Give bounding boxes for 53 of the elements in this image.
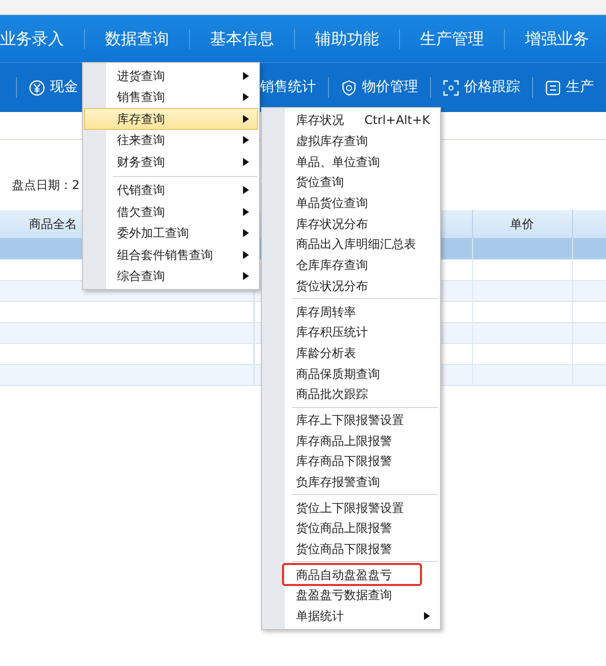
- menu-item[interactable]: 货位上下限报警设置: [263, 497, 439, 518]
- document-icon: [545, 80, 561, 96]
- menu-item[interactable]: 商品出入库明细汇总表: [263, 234, 439, 255]
- menu-item[interactable]: 库存状况分布: [263, 213, 439, 234]
- menu-item[interactable]: 库龄分析表: [263, 342, 439, 364]
- yuan-icon: [29, 80, 45, 96]
- toolbar-button[interactable]: 生产: [566, 77, 594, 98]
- menu-item[interactable]: 综合查询: [84, 266, 258, 287]
- toolbar-button[interactable]: 现金: [50, 77, 78, 98]
- column-header: 单价: [510, 217, 534, 231]
- date-label: 盘点日期：: [12, 177, 72, 194]
- menu-item[interactable]: 货位商品上限报警: [263, 518, 439, 539]
- menu-item[interactable]: 库存商品上限报警: [263, 430, 439, 451]
- menu-item[interactable]: 销售查询: [84, 86, 258, 108]
- menu-item[interactable]: 委外加工查询: [84, 222, 258, 244]
- menu-item[interactable]: 盘盈盘亏数据查询: [263, 585, 439, 606]
- menu-item[interactable]: 商品保质期查询: [263, 363, 439, 384]
- menu-item[interactable]: 货位状况分布: [263, 276, 439, 296]
- toolbar-button[interactable]: 物价管理: [362, 77, 418, 98]
- menu-item[interactable]: 货位查询: [263, 172, 439, 193]
- nav-item[interactable]: 增强业务: [505, 28, 606, 48]
- menu-item[interactable]: 进货查询: [84, 65, 258, 86]
- menu-item[interactable]: 库存上下限报警设置: [263, 410, 439, 430]
- menu-item[interactable]: 库存查询: [84, 108, 258, 130]
- menu-item[interactable]: 财务查询: [84, 151, 258, 172]
- nav-item[interactable]: 辅助功能: [295, 28, 400, 48]
- menu-item[interactable]: 仓库库存查询: [263, 254, 439, 276]
- nav-item[interactable]: 业务录入: [0, 28, 85, 48]
- menu-item[interactable]: 商品批次跟踪: [263, 384, 439, 405]
- column-header: 商品全名: [29, 217, 77, 231]
- menu-item[interactable]: 库存积压统计: [263, 322, 439, 343]
- menu-item[interactable]: 往来查询: [84, 130, 258, 151]
- menu-item[interactable]: 商品自动盘盈盘亏: [263, 564, 439, 586]
- menu-item[interactable]: 单品、单位查询: [263, 151, 439, 172]
- menu-item[interactable]: 虚拟库存查询: [263, 130, 439, 152]
- nav-item[interactable]: 数据查询: [85, 28, 190, 48]
- menu-item[interactable]: 单品货位查询: [263, 192, 439, 214]
- nav-item[interactable]: 基本信息: [190, 28, 295, 48]
- menu-item[interactable]: 组合套件销售查询: [84, 244, 258, 266]
- menu-item[interactable]: 负库存报警查询: [263, 472, 439, 492]
- menu-item[interactable]: 借欠查询: [84, 201, 258, 222]
- menu-item[interactable]: 货位商品下限报警: [263, 538, 439, 560]
- focus-icon: [443, 80, 459, 96]
- toolbar-button[interactable]: 销售统计: [260, 77, 316, 98]
- date-value: 2: [72, 177, 80, 194]
- menu-item[interactable]: 代销查询: [84, 180, 258, 201]
- menu-item[interactable]: 单据统计: [263, 606, 439, 626]
- nav-item[interactable]: 生产管理: [400, 28, 505, 48]
- menu-item[interactable]: 库存周转率: [263, 301, 439, 322]
- toolbar-button[interactable]: 价格跟踪: [464, 77, 520, 98]
- menu-item[interactable]: 库存商品下限报警: [263, 451, 439, 472]
- shield-icon: [341, 80, 357, 96]
- menu-item[interactable]: 库存状况 Ctrl+Alt+K: [263, 110, 439, 131]
